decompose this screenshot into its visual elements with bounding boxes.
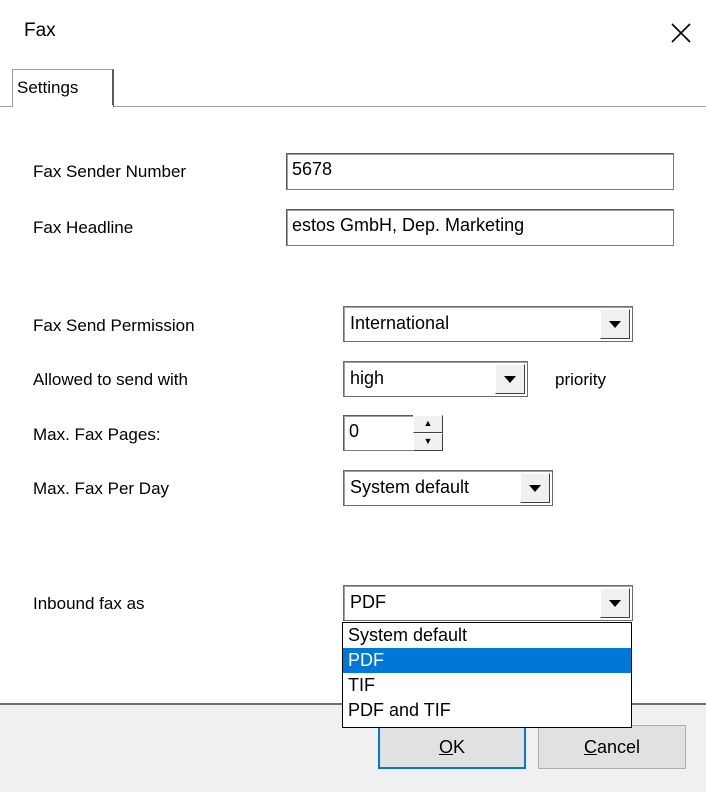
sender-number-input[interactable]: 5678 — [286, 153, 674, 190]
close-icon[interactable] — [664, 16, 698, 50]
tab-settings-label: Settings — [17, 78, 79, 97]
headline-input[interactable]: estos GmbH, Dep. Marketing — [286, 209, 674, 246]
inbound-dropdown-list: System default PDF TIF PDF and TIF — [342, 622, 632, 728]
inbound-select[interactable]: PDF — [343, 585, 633, 621]
max-per-day-label: Max. Fax Per Day — [33, 479, 170, 498]
max-per-day-select[interactable]: System default — [343, 470, 553, 506]
tab-settings[interactable]: Settings — [12, 69, 114, 107]
send-permission-value: International — [350, 313, 450, 333]
window-title: Fax — [24, 20, 56, 41]
dropdown-option-pdf-and-tif[interactable]: PDF and TIF — [343, 698, 631, 723]
dropdown-option-pdf[interactable]: PDF — [343, 648, 631, 673]
cancel-label: ancel — [596, 736, 641, 757]
ok-mnemonic: O — [438, 736, 453, 757]
headline-label: Fax Headline — [33, 218, 134, 237]
max-per-day-value: System default — [350, 477, 470, 497]
dropdown-option-tif[interactable]: TIF — [343, 673, 631, 698]
spin-up-button[interactable]: ▲ — [413, 415, 443, 433]
ok-button[interactable]: OK — [378, 725, 526, 769]
inbound-value: PDF — [350, 592, 386, 612]
max-pages-label: Max. Fax Pages: — [33, 425, 161, 444]
title-bar — [0, 0, 706, 62]
inbound-label: Inbound fax as — [33, 594, 145, 613]
priority-value: high — [350, 368, 385, 388]
cancel-button[interactable]: Cancel — [538, 725, 686, 769]
send-permission-select[interactable]: International — [343, 306, 633, 342]
cancel-mnemonic: C — [583, 736, 597, 757]
ok-label: K — [453, 736, 466, 757]
chevron-down-icon[interactable] — [600, 588, 630, 618]
priority-select[interactable]: high — [343, 361, 528, 397]
spin-down-button[interactable]: ▼ — [413, 433, 443, 451]
max-pages-input[interactable]: 0 — [343, 415, 415, 451]
sender-number-label: Fax Sender Number — [33, 162, 187, 181]
send-permission-label: Fax Send Permission — [33, 316, 195, 335]
chevron-down-icon[interactable] — [600, 309, 630, 339]
dropdown-option-system-default[interactable]: System default — [343, 623, 631, 648]
chevron-down-icon[interactable] — [520, 473, 550, 503]
priority-suffix: priority — [555, 370, 607, 389]
priority-label: Allowed to send with — [33, 370, 188, 389]
chevron-down-icon[interactable] — [495, 364, 525, 394]
